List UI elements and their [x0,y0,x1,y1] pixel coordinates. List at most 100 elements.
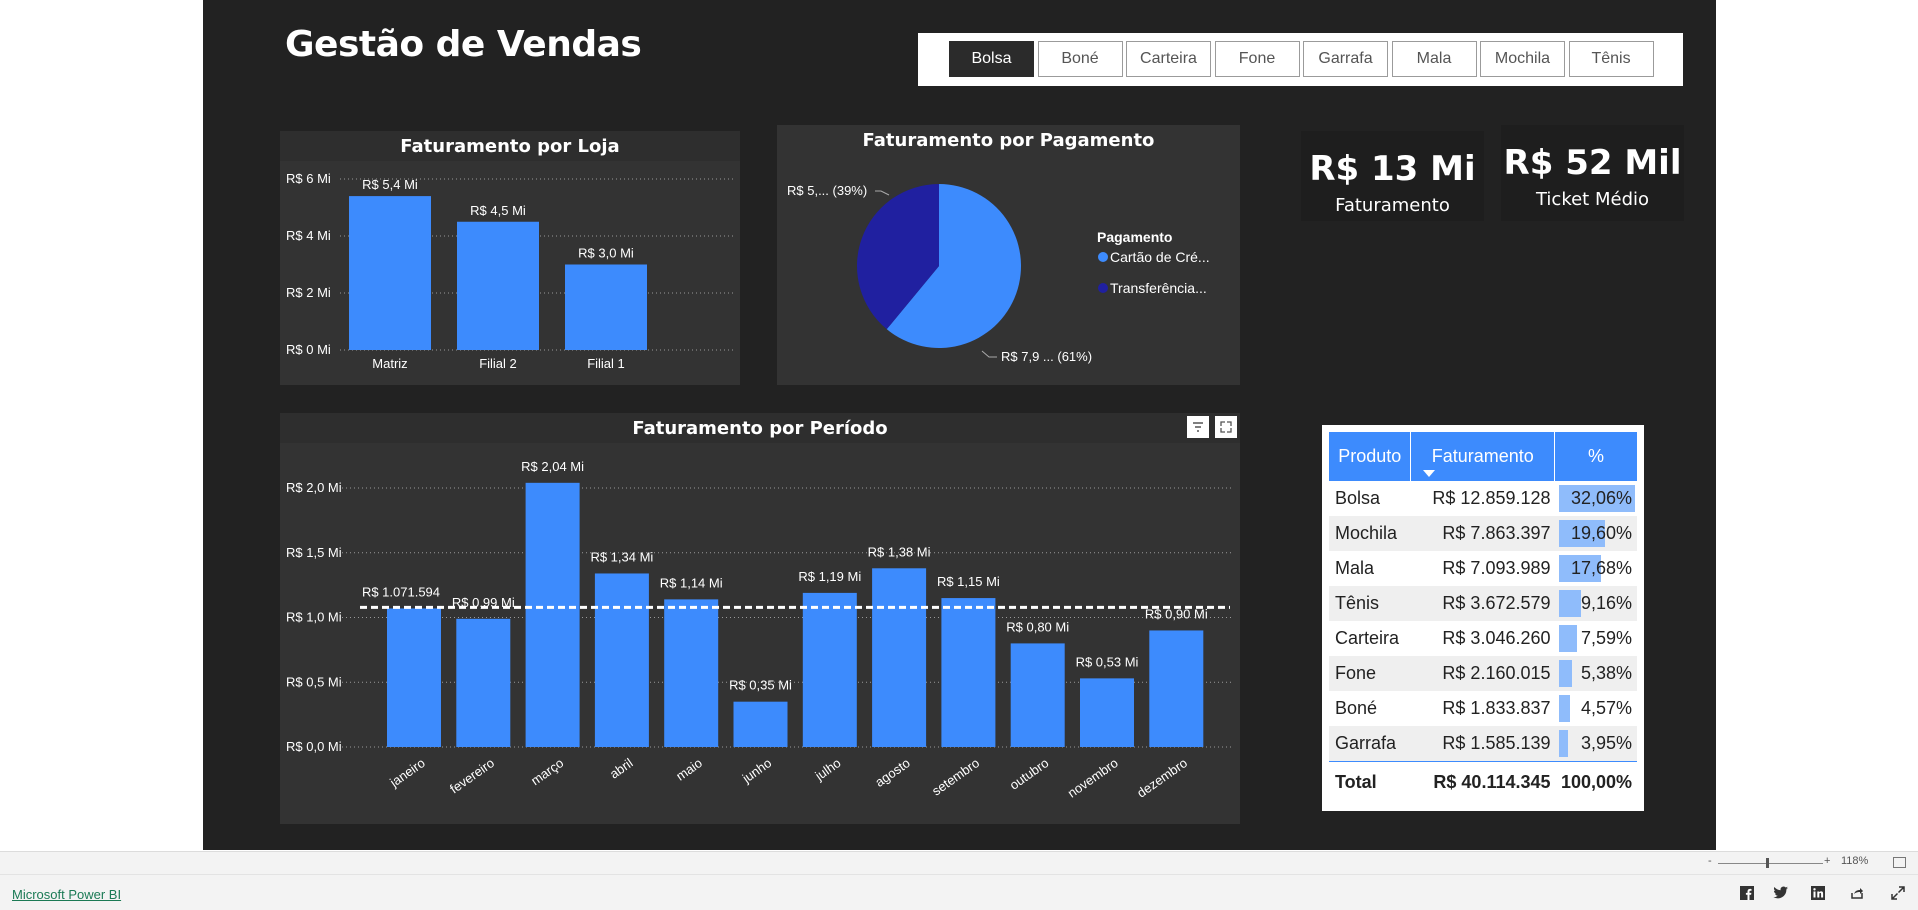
facebook-icon[interactable] [1739,886,1755,902]
share-bar [1558,695,1570,722]
fullscreen-icon[interactable] [1890,886,1906,902]
store-revenue-svg: R$ 0 Mi R$ 2 Mi R$ 4 Mi R$ 6 Mi R$ 5,4 Mi Mat… [286,171,735,371]
bar[interactable] [872,568,927,747]
bar[interactable] [349,196,431,350]
matrix-row[interactable]: Mala R$ 7.093.989 17,68% [1329,551,1637,586]
product-name: Bolsa [1335,488,1381,508]
leader-line [875,190,890,196]
slicer-option[interactable]: Carteira [1126,41,1211,77]
data-label: R$ 0,35 Mi [729,678,792,693]
product-share: 19,60% [1554,516,1637,551]
bar[interactable] [387,608,441,747]
footer-bar: Microsoft Power BI [0,874,1918,910]
bar[interactable] [457,221,539,350]
x-tick-label: agosto [872,755,913,790]
matrix-total-row: Total R$ 40.114.345 100,00% [1329,761,1637,802]
bar[interactable] [1149,630,1204,747]
slicer-option[interactable]: Mala [1391,41,1477,77]
store-revenue-chart[interactable]: Faturamento por Loja R$ 0 Mi R$ 2 Mi R$ 4 … [280,131,740,385]
product-matrix[interactable]: Produto Faturamento % Bolsa R$ 12.859.128… [1322,425,1644,811]
bar[interactable] [664,599,719,747]
legend-label[interactable]: Transferência... [1110,280,1207,296]
legend-marker[interactable] [1098,283,1108,293]
bar[interactable] [565,264,647,351]
power-bi-link[interactable]: Microsoft Power BI [12,887,121,902]
product-name: Boné [1335,698,1378,718]
bar[interactable] [733,701,788,747]
slicer-option[interactable]: Garrafa [1303,41,1388,77]
share-value: 9,16% [1580,593,1632,613]
share-value: 19,60% [1570,523,1632,543]
zoom-out-button[interactable]: - [1708,855,1712,867]
product-revenue: R$ 7.863.397 [1410,516,1555,551]
legend-label[interactable]: Cartão de Cré... [1110,249,1210,265]
x-tick-label: janeiro [386,755,427,790]
x-tick-label: Filial 1 [587,356,625,371]
zoom-slider[interactable] [1718,858,1823,868]
matrix-row[interactable]: Carteira R$ 3.046.260 7,59% [1329,621,1637,656]
slice-label: R$ 5,... (39%) [787,183,867,198]
product-revenue: R$ 2.160.015 [1410,656,1555,691]
matrix-header-pct[interactable]: % [1554,432,1637,481]
revenue-card[interactable]: R$ 13 Mi Faturamento [1301,131,1484,221]
revenue-label: Faturamento [1335,195,1450,216]
x-tick-label: fevereiro [447,755,497,796]
bar[interactable] [456,618,511,747]
bar[interactable] [1010,643,1065,747]
share-icon[interactable] [1849,886,1865,902]
period-revenue-chart[interactable]: Faturamento por Período R$ 0,0 Mi R$ 0,5 … [280,413,1240,824]
matrix-row[interactable]: Garrafa R$ 1.585.139 3,95% [1329,726,1637,762]
product-revenue: R$ 12.859.128 [1432,488,1551,508]
share-bar [1558,625,1577,652]
product-slicer: Bolsa Boné Carteira Fone Garrafa Mala Mochila T… [918,33,1683,86]
share-value: 3,95% [1580,733,1632,753]
slicer-option[interactable]: Boné [1037,41,1123,77]
zoom-in-button[interactable]: + [1824,855,1830,867]
slicer-option[interactable]: Tênis [1568,41,1654,77]
matrix-header-produto[interactable]: Produto [1329,432,1412,481]
matrix-row[interactable]: Fone R$ 2.160.015 5,38% [1329,656,1637,691]
y-tick-label: R$ 1,0 Mi [286,610,342,625]
bar[interactable] [802,592,857,747]
matrix-row[interactable]: Bolsa R$ 12.859.128 32,06% [1329,481,1637,516]
fit-page-icon[interactable] [1893,857,1906,868]
revenue-value: R$ 13 Mi [1309,149,1476,189]
bar[interactable] [1080,678,1134,747]
x-tick-label: dezembro [1134,755,1190,800]
share-bar [1558,730,1568,757]
product-share: 17,68% [1555,551,1637,586]
payment-revenue-chart[interactable]: Faturamento por Pagamento R$ 7,9 ... (61… [777,125,1240,385]
data-label: R$ 1.071.594 [362,584,440,599]
slicer-option[interactable]: Bolsa [949,41,1034,77]
data-label: R$ 3,0 Mi [578,246,634,261]
bar[interactable] [594,573,649,747]
product-name: Fone [1329,656,1411,691]
payment-pie-svg: R$ 7,9 ... (61%) R$ 5,... (39%) Pagamento C… [787,183,1210,364]
zoom-slider-thumb[interactable] [1766,858,1769,868]
product-revenue: R$ 3.672.579 [1410,586,1555,621]
y-tick-label: R$ 0,0 Mi [286,739,342,754]
y-tick-label: R$ 6 Mi [286,171,331,186]
slicer-option[interactable]: Mochila [1480,41,1565,77]
x-tick-label: julho [812,755,844,784]
sort-desc-icon[interactable] [1423,470,1436,477]
slicer-option[interactable]: Fone [1214,41,1300,77]
matrix-row[interactable]: Mochila R$ 7.863.397 19,60% [1329,516,1637,551]
linkedin-icon[interactable] [1810,886,1826,902]
data-label: R$ 5,4 Mi [362,177,418,192]
matrix-header-faturamento[interactable]: Faturamento [1410,432,1556,481]
matrix-row[interactable]: Boné R$ 1.833.837 4,57% [1329,691,1637,726]
x-tick-label: março [528,755,566,788]
share-value: 4,57% [1580,698,1632,718]
legend-marker[interactable] [1098,252,1108,262]
twitter-icon[interactable] [1773,886,1789,902]
data-label: R$ 1,34 Mi [590,549,653,564]
product-name: Carteira [1335,628,1400,648]
leader-line [981,350,997,358]
bar[interactable] [525,482,580,747]
avg-ticket-card[interactable]: R$ 52 Mil Ticket Médio [1501,125,1684,221]
bar[interactable] [941,598,996,747]
matrix-row[interactable]: Tênis R$ 3.672.579 9,16% [1329,586,1637,621]
data-label: R$ 0,80 Mi [1006,619,1069,634]
share-bar [1558,590,1581,617]
